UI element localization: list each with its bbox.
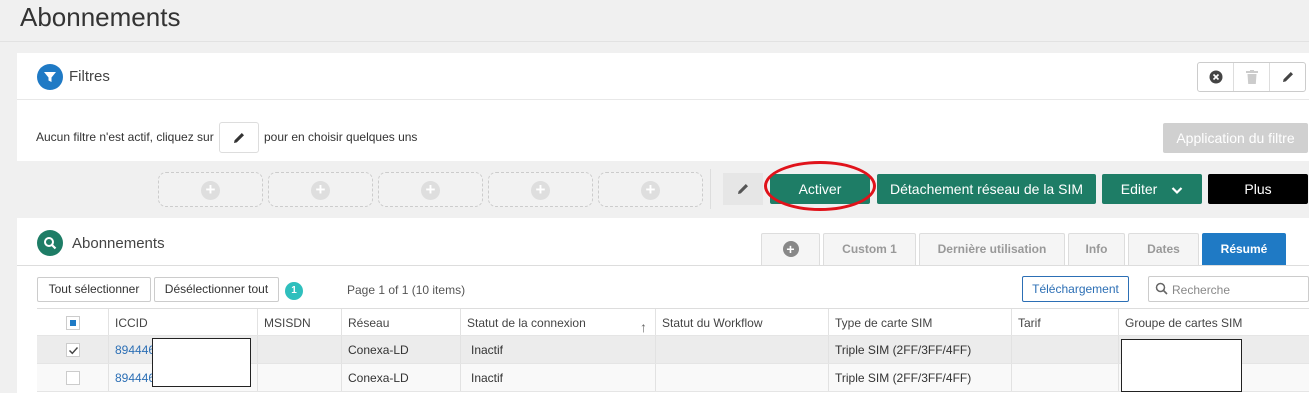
iccid-link[interactable]: 894446 — [115, 343, 155, 357]
msisdn-cell — [257, 336, 341, 363]
column-header[interactable]: Type de carte SIM — [828, 309, 1011, 335]
choose-filter-button[interactable] — [219, 122, 259, 153]
edit-dropdown-button[interactable]: Editer — [1102, 174, 1202, 204]
connection-status-cell: Inactif — [460, 336, 655, 363]
filter-header: Filtres — [17, 53, 1309, 100]
pencil-icon — [738, 184, 748, 194]
sim-type-cell: Triple SIM (2FF/3FF/4FF) — [828, 364, 1011, 391]
sim-type-cell: Triple SIM (2FF/3FF/4FF) — [828, 336, 1011, 363]
column-header[interactable]: Tarif — [1011, 309, 1118, 335]
edit-label: Editer — [1120, 181, 1158, 197]
search-input[interactable] — [1172, 281, 1302, 298]
row-checkbox[interactable] — [66, 371, 80, 385]
title-divider — [0, 41, 1309, 42]
search-field[interactable] — [1148, 276, 1309, 302]
delete-filter-button[interactable] — [1234, 63, 1270, 91]
column-header-label: Statut de la connexion — [467, 316, 586, 330]
pencil-icon — [1282, 72, 1293, 82]
toolbar-divider — [710, 169, 711, 209]
more-button[interactable]: Plus — [1208, 174, 1308, 204]
filter-slot[interactable]: + — [378, 172, 483, 207]
column-header[interactable]: Statut du Workflow — [655, 309, 828, 335]
close-circle-icon — [1209, 70, 1222, 84]
table-header: ICCID MSISDN Réseau Statut de la connexi… — [37, 308, 1309, 336]
detach-sim-button[interactable]: Détachement réseau de la SIM — [877, 174, 1096, 204]
chevron-down-icon — [1171, 187, 1183, 194]
filter-slot[interactable]: + — [598, 172, 703, 207]
edit-actions-button[interactable] — [723, 173, 763, 205]
page-title: Abonnements — [20, 2, 181, 32]
edit-filter-button[interactable] — [1270, 63, 1305, 91]
filter-slot[interactable]: + — [268, 172, 373, 207]
selected-count-badge: 1 — [285, 282, 303, 300]
search-icon — [1155, 282, 1168, 295]
action-toolbar: + + + + + Activer Détachement réseau de … — [17, 161, 1309, 216]
filter-slot[interactable]: + — [488, 172, 593, 207]
network-cell: Conexa-LD — [341, 336, 460, 363]
column-header[interactable]: Statut de la connexion ↑ — [460, 309, 655, 335]
no-filter-message-suffix: pour en choisir quelques uns — [264, 130, 418, 144]
filter-header-actions — [1197, 62, 1306, 92]
select-column-header — [37, 309, 108, 335]
connection-status-cell: Inactif — [460, 364, 655, 391]
network-cell: Conexa-LD — [341, 364, 460, 391]
filter-funnel-icon — [37, 64, 63, 90]
column-header[interactable]: MSISDN — [257, 309, 341, 335]
clear-filter-button[interactable] — [1198, 63, 1234, 91]
redaction-box — [1121, 339, 1242, 392]
workflow-status-cell — [655, 364, 828, 391]
iccid-link[interactable]: 894446 — [115, 371, 155, 385]
msisdn-cell — [257, 364, 341, 391]
sort-ascending-icon: ↑ — [640, 319, 647, 335]
filter-slot[interactable]: + — [158, 172, 263, 207]
deselect-all-button[interactable]: Désélectionner tout — [154, 277, 279, 302]
filter-title: Filtres — [69, 68, 110, 85]
column-header[interactable]: Groupe de cartes SIM — [1118, 309, 1309, 335]
column-header[interactable]: Réseau — [341, 309, 460, 335]
plus-icon: + — [782, 241, 799, 257]
workflow-status-cell — [655, 336, 828, 363]
row-checkbox[interactable] — [66, 343, 80, 357]
row-select-cell — [37, 364, 108, 391]
plus-icon: + — [421, 181, 440, 200]
subscriptions-panel: Abonnements + Custom 1 Dernière utilisat… — [17, 218, 1309, 393]
apply-filter-button[interactable]: Application du filtre — [1163, 123, 1308, 153]
highlight-annotation — [764, 161, 876, 211]
tariff-cell — [1011, 364, 1118, 391]
plus-icon: + — [641, 181, 660, 200]
filter-panel: Filtres Aucun filtre n'est actif, clique… — [17, 53, 1309, 161]
tab-custom-1[interactable]: Custom 1 — [823, 233, 916, 265]
tab-dates[interactable]: Dates — [1128, 233, 1199, 265]
select-all-checkbox[interactable] — [66, 316, 80, 330]
search-circle-icon — [37, 230, 63, 256]
download-button[interactable]: Téléchargement — [1022, 276, 1129, 302]
pagination-info: Page 1 of 1 (10 items) — [347, 283, 466, 297]
subscriptions-title: Abonnements — [72, 235, 165, 252]
tab-last-usage[interactable]: Dernière utilisation — [919, 233, 1065, 265]
tab-info[interactable]: Info — [1068, 233, 1125, 265]
tariff-cell — [1011, 336, 1118, 363]
plus-icon: + — [201, 181, 220, 200]
checkmark-icon — [69, 347, 79, 355]
column-header[interactable]: ICCID — [108, 309, 257, 335]
select-all-button[interactable]: Tout sélectionner — [37, 277, 151, 302]
row-select-cell — [37, 336, 108, 363]
trash-icon — [1245, 70, 1258, 84]
plus-icon: + — [311, 181, 330, 200]
no-filter-message: Aucun filtre n'est actif, cliquez sur — [36, 130, 214, 144]
tab-add[interactable]: + — [761, 233, 820, 265]
tab-summary[interactable]: Résumé — [1202, 233, 1286, 265]
redaction-box — [152, 338, 251, 387]
plus-icon: + — [531, 181, 550, 200]
tabs-divider — [17, 265, 1309, 266]
pencil-icon — [234, 132, 244, 143]
